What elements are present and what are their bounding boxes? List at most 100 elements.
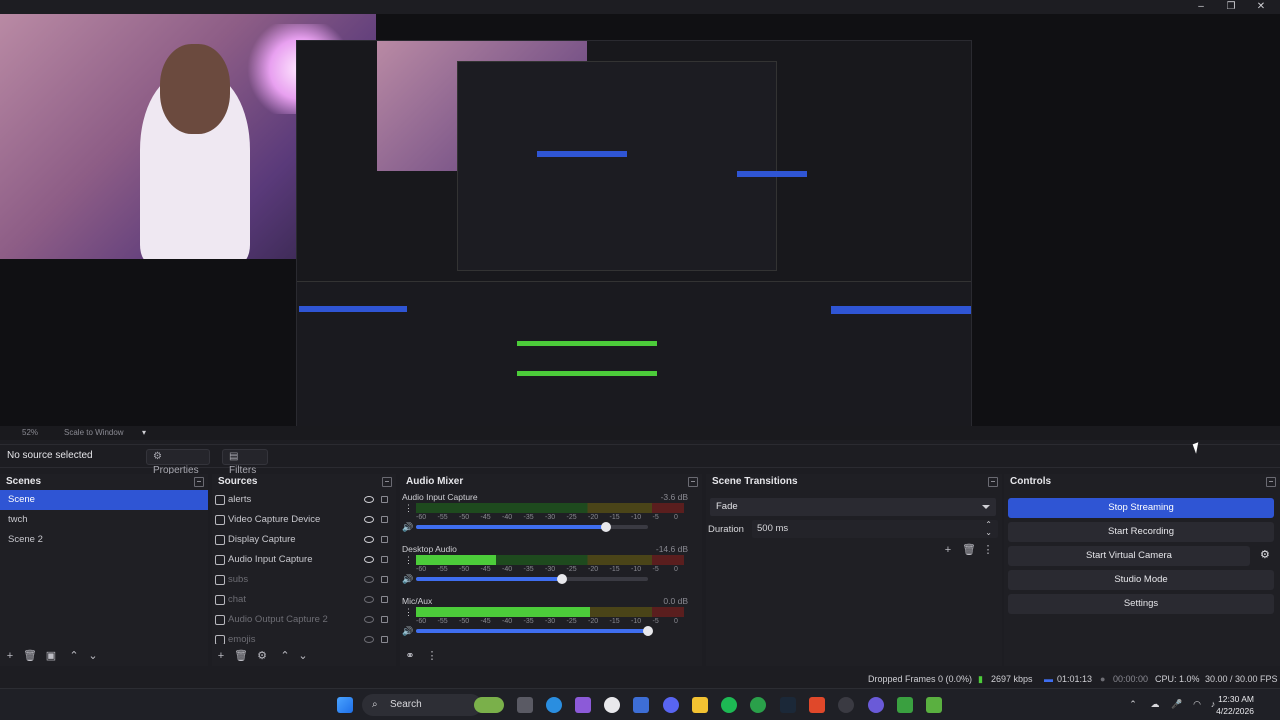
source-item[interactable]: emojis: [212, 630, 396, 644]
dock-menu-icon[interactable]: [988, 477, 998, 487]
spin-down-icon[interactable]: ⌄: [985, 524, 992, 542]
dock-menu-icon[interactable]: [1266, 477, 1276, 487]
source-item[interactable]: Audio Input Capture: [212, 550, 396, 570]
source-item[interactable]: Audio Output Capture 2: [212, 610, 396, 630]
trash-icon[interactable]: 🗑: [962, 544, 976, 556]
brave-icon[interactable]: [809, 697, 825, 713]
obs-icon[interactable]: [838, 697, 854, 713]
gear-icon[interactable]: ⚙: [256, 650, 268, 662]
widget-icon[interactable]: [474, 697, 504, 713]
add-icon[interactable]: +: [215, 650, 227, 662]
copilot-icon[interactable]: [575, 697, 591, 713]
speaker-icon[interactable]: 🔊: [402, 522, 413, 532]
move-down-icon[interactable]: ⌄: [87, 650, 99, 662]
scene-item[interactable]: Scene 2: [0, 530, 208, 550]
link-icon[interactable]: ⚭: [404, 650, 416, 662]
lock-icon[interactable]: [381, 596, 388, 603]
edge-icon[interactable]: [546, 697, 562, 713]
volume-knob[interactable]: [557, 574, 568, 584]
taskbar-search[interactable]: ⌕ Search: [362, 694, 482, 716]
track-menu-icon[interactable]: ⋮: [404, 608, 413, 617]
chatgpt-icon[interactable]: [604, 697, 620, 713]
dock-menu-icon[interactable]: [194, 477, 204, 487]
visibility-eye-icon[interactable]: [364, 556, 374, 563]
kebab-icon[interactable]: ⋮: [426, 650, 438, 662]
folder-icon[interactable]: [692, 697, 708, 713]
duration-input[interactable]: 500 ms ⌃ ⌄: [752, 520, 998, 538]
speaker-icon[interactable]: 🔊: [402, 626, 413, 636]
transition-select[interactable]: Fade: [710, 498, 996, 516]
visibility-eye-icon[interactable]: [364, 576, 374, 583]
track-menu-icon[interactable]: ⋮: [404, 556, 413, 565]
lock-icon[interactable]: [381, 576, 388, 583]
chevron-down-icon[interactable]: ▾: [142, 426, 146, 440]
source-name: Display Capture: [228, 534, 296, 545]
zoom-level[interactable]: 52%: [22, 426, 38, 440]
virtual-camera-gear-icon[interactable]: ⚙: [1260, 548, 1270, 561]
task-view-icon[interactable]: [517, 697, 533, 713]
preview-canvas[interactable]: [0, 14, 1280, 440]
volume-knob[interactable]: [601, 522, 612, 532]
kebab-icon[interactable]: ⋮: [982, 544, 994, 556]
speaker-icon[interactable]: 🔊: [402, 574, 413, 584]
volume-knob[interactable]: [643, 626, 653, 636]
store-icon[interactable]: [633, 697, 649, 713]
add-icon[interactable]: +: [942, 544, 954, 556]
minecraft-icon[interactable]: [897, 697, 913, 713]
tray-chevron-icon[interactable]: ⌃: [1128, 699, 1138, 709]
move-up-icon[interactable]: ⌃: [279, 650, 291, 662]
discord-icon[interactable]: [663, 697, 679, 713]
volume-slider[interactable]: [416, 626, 653, 636]
xbox-icon[interactable]: [750, 697, 766, 713]
lock-icon[interactable]: [381, 496, 388, 503]
steam-icon[interactable]: [780, 697, 796, 713]
start-icon[interactable]: [337, 697, 353, 713]
source-item[interactable]: subs: [212, 570, 396, 590]
studio-mode-button[interactable]: Studio Mode: [1008, 570, 1274, 590]
filters-button[interactable]: ▤ Filters: [222, 449, 268, 476]
add-icon[interactable]: +: [4, 650, 16, 662]
visibility-eye-icon[interactable]: [364, 536, 374, 543]
volume-slider[interactable]: [416, 522, 648, 532]
cloud-icon[interactable]: ☁: [1150, 699, 1160, 709]
spotify-icon[interactable]: [721, 697, 737, 713]
visibility-eye-icon[interactable]: [364, 636, 374, 643]
lock-icon[interactable]: [381, 516, 388, 523]
track-menu-icon[interactable]: ⋮: [404, 504, 413, 513]
source-item[interactable]: Display Capture: [212, 530, 396, 550]
trash-icon[interactable]: 🗑: [23, 650, 37, 662]
dock-menu-icon[interactable]: [382, 477, 392, 487]
minimize-button[interactable]: –: [1186, 0, 1216, 14]
source-item[interactable]: Video Capture Device: [212, 510, 396, 530]
scale-mode[interactable]: Scale to Window: [64, 426, 124, 440]
lock-icon[interactable]: [381, 556, 388, 563]
close-button[interactable]: ✕: [1246, 0, 1276, 14]
move-down-icon[interactable]: ⌄: [297, 650, 309, 662]
visibility-eye-icon[interactable]: [364, 496, 374, 503]
source-item[interactable]: chat: [212, 590, 396, 610]
app-icon[interactable]: [868, 697, 884, 713]
visibility-eye-icon[interactable]: [364, 616, 374, 623]
start-virtual-camera-button[interactable]: Start Virtual Camera: [1008, 546, 1250, 566]
dock-menu-icon[interactable]: [688, 477, 698, 487]
visibility-eye-icon[interactable]: [364, 596, 374, 603]
scene-item[interactable]: Scene: [0, 490, 208, 510]
stop-streaming-button[interactable]: Stop Streaming: [1008, 498, 1274, 518]
mic-tray-icon[interactable]: 🎤: [1171, 699, 1182, 709]
move-up-icon[interactable]: ⌃: [68, 650, 80, 662]
volume-slider[interactable]: [416, 574, 648, 584]
lock-icon[interactable]: [381, 616, 388, 623]
start-recording-button[interactable]: Start Recording: [1008, 522, 1274, 542]
properties-button[interactable]: ⚙ Properties: [146, 449, 210, 476]
settings-button[interactable]: Settings: [1008, 594, 1274, 614]
scene-filter-icon[interactable]: ▣: [45, 650, 57, 662]
maximize-button[interactable]: ❐: [1216, 0, 1246, 14]
visibility-eye-icon[interactable]: [364, 516, 374, 523]
lock-icon[interactable]: [381, 536, 388, 543]
source-item[interactable]: alerts: [212, 490, 396, 510]
trash-icon[interactable]: 🗑: [234, 650, 248, 662]
minecraft-launcher-icon[interactable]: [926, 697, 942, 713]
taskbar-clock[interactable]: 12:30 AM 4/22/2026: [1194, 693, 1254, 717]
lock-icon[interactable]: [381, 636, 388, 643]
scene-item[interactable]: twch: [0, 510, 208, 530]
